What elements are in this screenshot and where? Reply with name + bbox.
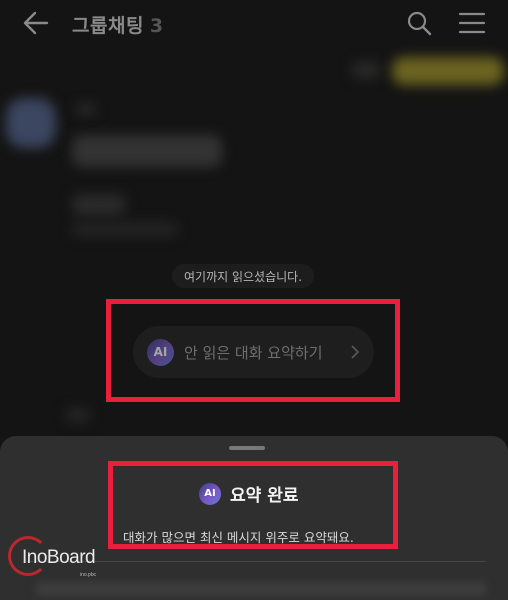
app-header: 그룹채팅 3 xyxy=(0,0,508,46)
search-icon[interactable] xyxy=(406,10,432,36)
chat-room-name: 그룹채팅 xyxy=(72,15,144,37)
blurred-summary-text xyxy=(36,582,486,596)
back-arrow-icon[interactable] xyxy=(22,10,50,36)
blurred-timestamp xyxy=(352,62,380,78)
blurred-sender-name xyxy=(76,104,96,114)
blurred-message xyxy=(72,222,178,236)
logo-text: InoBoard xyxy=(22,547,96,568)
watermark-logo: InoBoard ino.pbc xyxy=(8,536,130,584)
menu-icon[interactable] xyxy=(458,11,486,35)
page-title: 그룹채팅 3 xyxy=(72,11,164,38)
blurred-my-message xyxy=(392,57,504,85)
avatar xyxy=(6,98,56,148)
member-count: 3 xyxy=(149,15,164,37)
logo-subtext: ino.pbc xyxy=(80,572,97,578)
blurred-message xyxy=(72,194,126,216)
sheet-drag-handle[interactable] xyxy=(229,446,265,450)
blurred-message xyxy=(66,408,90,422)
blurred-message xyxy=(72,135,222,167)
read-marker: 여기까지 읽으셨습니다. xyxy=(172,264,315,288)
highlight-box xyxy=(108,461,398,549)
highlight-box xyxy=(106,299,400,402)
